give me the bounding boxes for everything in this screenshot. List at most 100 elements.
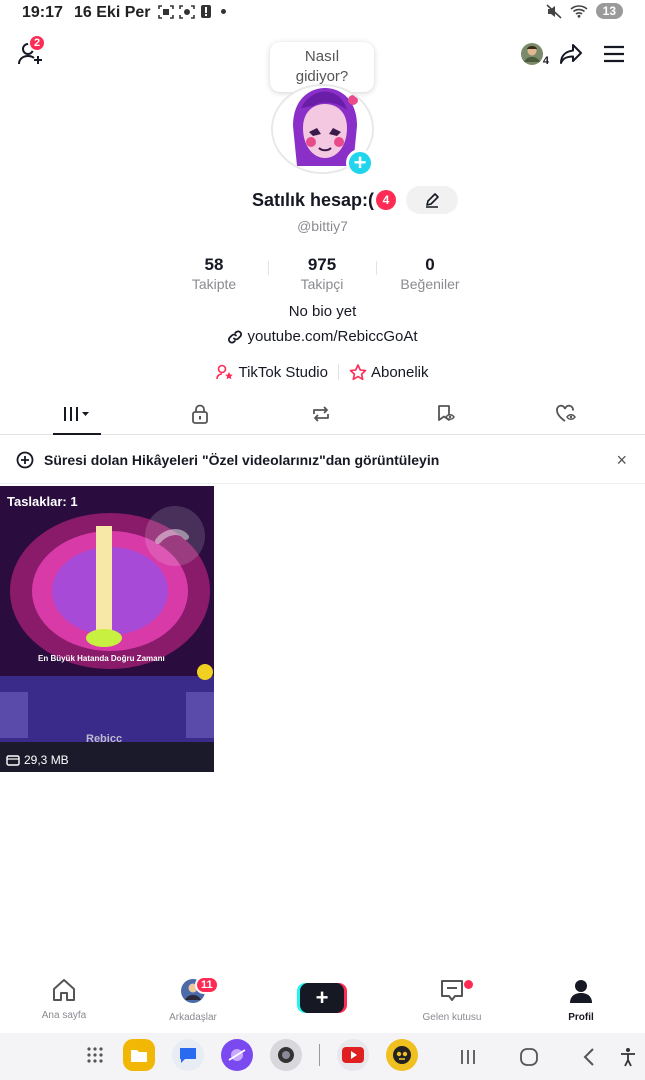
battery-indicator: 13 (595, 3, 623, 19)
profile-actions: TikTok Studio Abonelik (0, 362, 645, 382)
stat-value: 0 (425, 255, 435, 274)
mute-icon (546, 3, 562, 19)
wifi-icon (570, 5, 588, 18)
home-system-button[interactable] (515, 1045, 543, 1069)
repost-icon (313, 405, 329, 422)
profile-stats: 58 Takipte 975 Takipçi 0 Beğeniler (0, 255, 645, 295)
system-taskbar (0, 1033, 645, 1080)
dot-icon (221, 9, 226, 14)
recents-button[interactable] (454, 1045, 482, 1069)
stat-label: Takipçi (300, 276, 344, 292)
camera-app[interactable] (270, 1039, 302, 1071)
status-time: 19:17 (22, 4, 63, 21)
app-drawer-button[interactable] (84, 1039, 106, 1071)
tab-liked[interactable] (527, 393, 607, 434)
tab-reposts[interactable] (281, 393, 361, 434)
tiktok-studio-label: TikTok Studio (238, 363, 328, 381)
profile-link[interactable]: youtube.com/RebiccGoAt (0, 328, 645, 345)
home-circle-icon (520, 1048, 538, 1066)
screenshot-icon (158, 4, 174, 19)
subscription-label: Abonelik (370, 363, 429, 381)
chat-bubble-icon (180, 1048, 196, 1063)
menu-button[interactable] (600, 40, 628, 68)
stat-label: Takipte (191, 276, 237, 292)
share-icon (560, 44, 582, 64)
nav-inbox[interactable]: Gelen kutusu (407, 978, 497, 1023)
back-button[interactable] (575, 1045, 603, 1069)
subscription-star-icon (349, 363, 367, 380)
storage-icon (6, 755, 20, 766)
tiktok-studio-button[interactable]: TikTok Studio (216, 363, 328, 381)
tab-private[interactable] (160, 393, 240, 434)
share-profile-button[interactable] (557, 40, 585, 68)
profile-avatar[interactable]: + (271, 84, 374, 179)
inbox-dot (464, 980, 473, 989)
youtube-app[interactable] (337, 1039, 369, 1071)
add-friends-button[interactable]: 2 (16, 34, 47, 68)
create-button[interactable]: + (300, 983, 344, 1013)
bottom-navigation: Ana sayfa 11 Arkadaşlar + Gelen kutusu P… (0, 976, 645, 1028)
youtube-icon (342, 1047, 364, 1063)
grid-videos-icon (64, 406, 89, 421)
add-story-button[interactable]: + (346, 149, 374, 177)
draft-watermark: Rebicc (86, 733, 123, 745)
stories-notice[interactable]: Süresi dolan Hikâyeleri "Özel videoların… (0, 436, 645, 484)
recents-icon (461, 1050, 475, 1064)
nav-inbox-label: Gelen kutusu (422, 1012, 482, 1023)
messages-app[interactable] (172, 1039, 204, 1071)
account-avatar (521, 43, 543, 65)
add-story-icon (16, 451, 34, 468)
draft-size: 29,3 MB (6, 753, 69, 767)
lock-icon (192, 404, 208, 424)
stat-following[interactable]: 58 Takipte (164, 255, 264, 292)
inbox-icon (441, 980, 463, 1001)
nav-home[interactable]: Ana sayfa (19, 978, 109, 1021)
profile-handle: @bittiy7 (297, 218, 348, 234)
skull-logo-icon (393, 1046, 411, 1064)
accessibility-button[interactable] (616, 1045, 640, 1069)
subscription-button[interactable]: Abonelik (349, 364, 429, 381)
profile-link-text: youtube.com/RebiccGoAt (247, 328, 418, 345)
edit-profile-button[interactable] (406, 186, 458, 214)
name-badge: 4 (376, 190, 396, 210)
browser-app[interactable] (221, 1039, 253, 1071)
tab-favorites[interactable] (406, 393, 486, 434)
accessibility-icon (621, 1048, 635, 1067)
nav-profile-label: Profil (568, 1012, 594, 1023)
draft-size-text: 29,3 MB (24, 753, 69, 767)
files-app[interactable] (123, 1039, 155, 1071)
planet-icon (228, 1049, 246, 1061)
stat-followers[interactable]: 975 Takipçi (272, 255, 372, 292)
stories-notice-text: Süresi dolan Hikâyeleri "Özel videoların… (44, 451, 440, 468)
tab-videos[interactable] (37, 393, 117, 435)
link-icon (228, 330, 243, 343)
stat-likes[interactable]: 0 Beğeniler (380, 255, 480, 292)
profile-bio: No bio yet (288, 303, 357, 320)
friends-badge: 11 (195, 976, 219, 994)
stat-label: Beğeniler (400, 276, 460, 292)
add-friends-badge: 2 (28, 34, 47, 52)
nav-friends[interactable]: 11 Arkadaşlar (148, 976, 238, 1023)
draft-preview-image (0, 486, 214, 772)
screen-record-icon (179, 4, 195, 19)
drafts-thumbnail[interactable]: Taslaklar: 1 En Büyük Hatanda Doğru Zama… (0, 486, 214, 772)
alert-icon (201, 5, 211, 18)
nav-friends-label: Arkadaşlar (169, 1012, 217, 1023)
folder-icon (131, 1050, 147, 1062)
status-date: 16 Eki Per (74, 4, 151, 21)
draft-caption: En Büyük Hatanda Doğru Zamanı (38, 654, 165, 663)
brawl-stars-app[interactable] (386, 1039, 418, 1071)
drafts-label: Taslaklar: 1 (7, 494, 78, 509)
account-switcher[interactable]: 4 (515, 40, 549, 68)
stat-value: 975 (307, 255, 337, 274)
status-bar: 19:17 16 Eki Per 13 (0, 0, 645, 28)
nav-profile[interactable]: Profil (536, 978, 626, 1023)
studio-icon (216, 364, 234, 380)
profile-icon (570, 980, 592, 1003)
hamburger-menu-icon (604, 45, 624, 63)
pencil-icon (426, 193, 439, 208)
back-chevron-icon (583, 1048, 594, 1066)
name-row: Satılık hesap:( 4 (0, 186, 645, 216)
close-icon[interactable]: × (616, 450, 627, 471)
status-bubble-text: Nasıl gidiyor? (295, 48, 349, 85)
